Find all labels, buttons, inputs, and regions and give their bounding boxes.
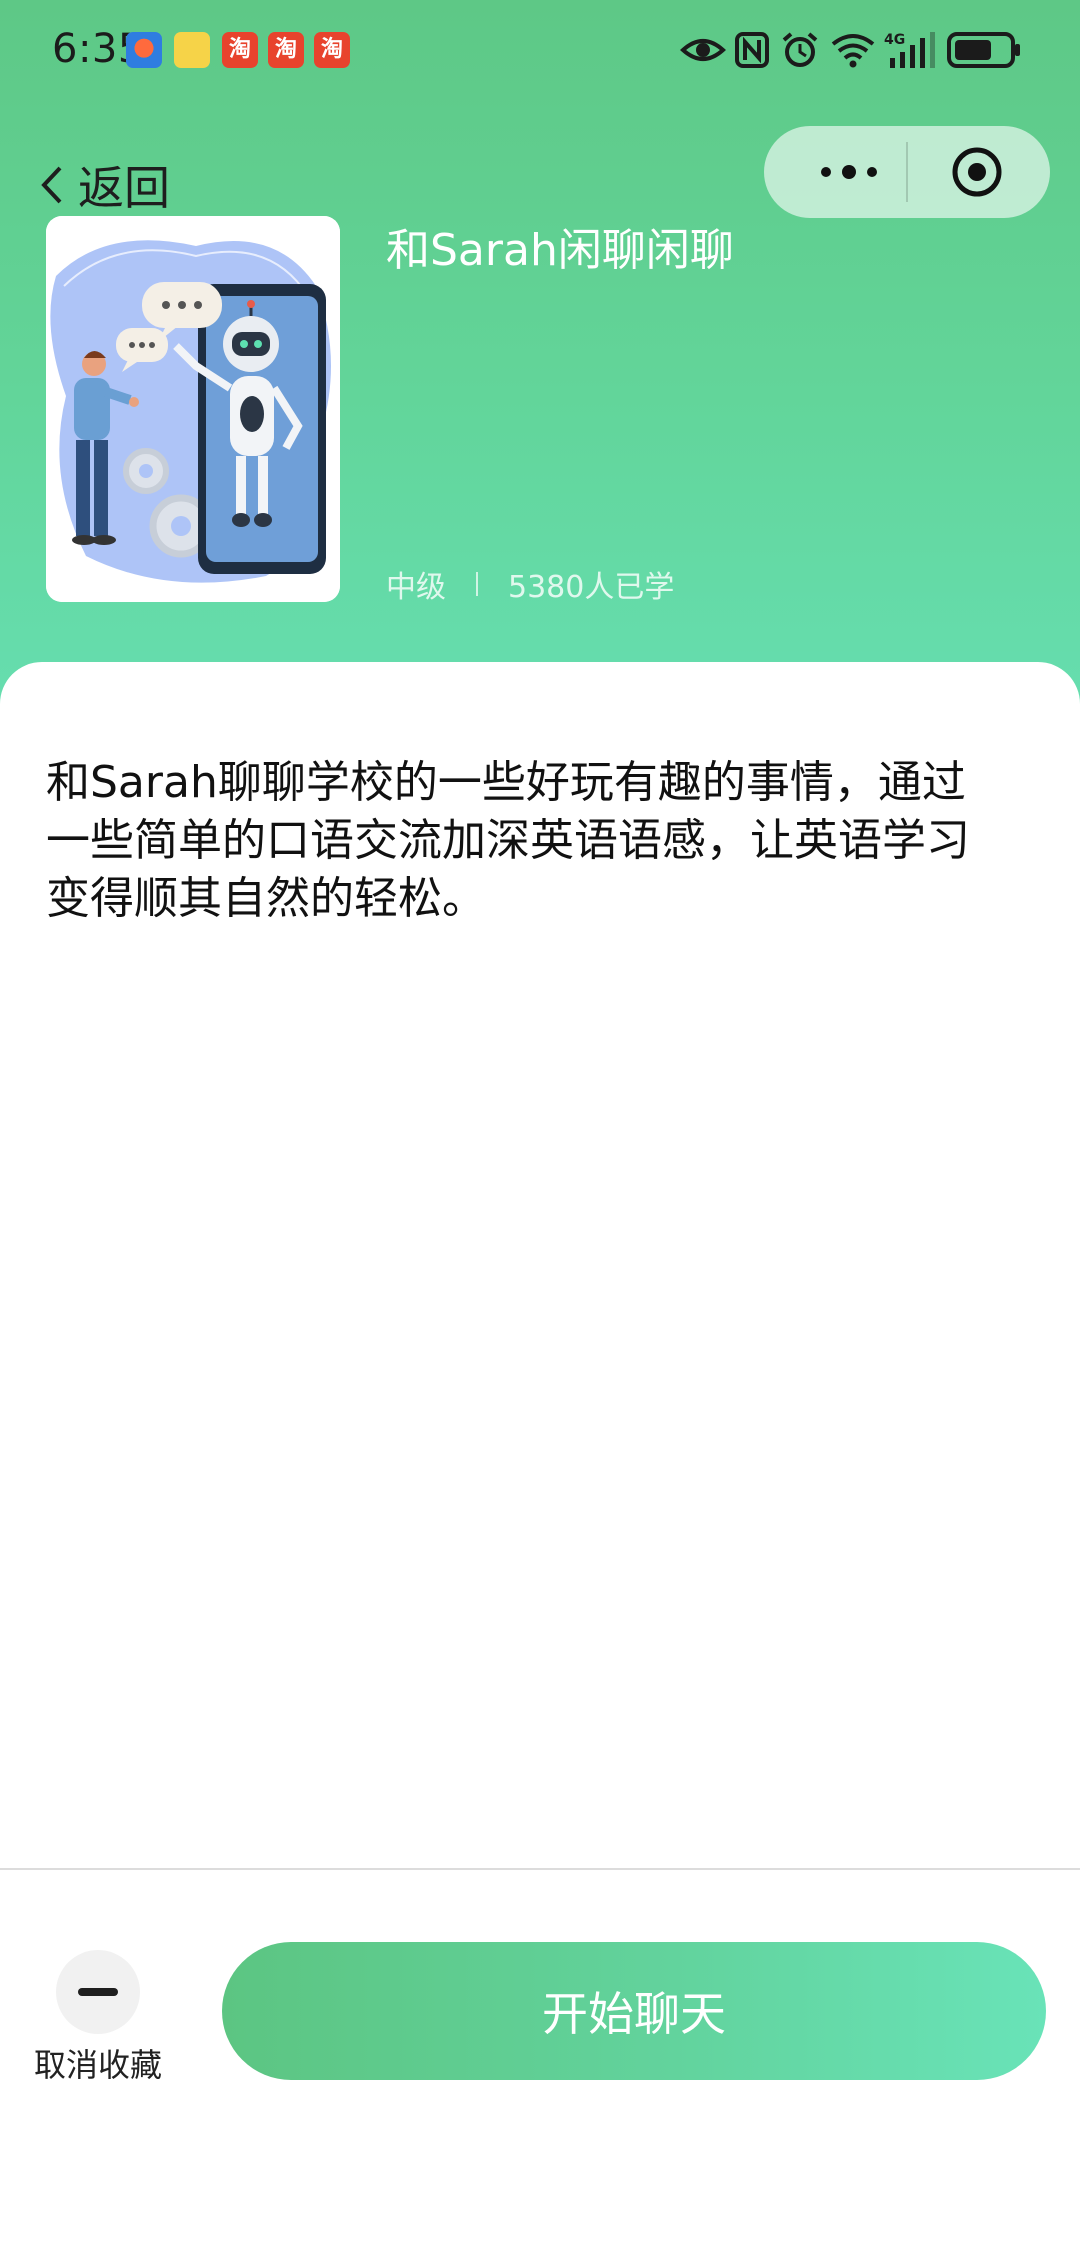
- course-title: 和Sarah闲聊闲聊: [386, 225, 734, 276]
- taobao-icon: 淘: [314, 32, 350, 68]
- target-icon[interactable]: [949, 144, 1005, 200]
- unfavorite-circle: [56, 1950, 140, 2034]
- course-thumbnail: [46, 216, 340, 602]
- learner-count: 5380人已学: [508, 570, 675, 605]
- taobao-icon: 淘: [268, 32, 304, 68]
- taobao-icon: 淘: [222, 32, 258, 68]
- course-detail-page: 6:35 淘 淘 淘 4G 返回 和Sarah闲聊闲聊 中级 5380人已学 和…: [0, 0, 1080, 2244]
- chevron-left-icon: [41, 166, 62, 204]
- capsule-divider: [906, 142, 908, 202]
- minus-icon: [78, 1988, 118, 1996]
- start-chat-button[interactable]: 开始聊天: [222, 1942, 1046, 2080]
- back-button[interactable]: 返回: [34, 150, 170, 220]
- signal-4g-icon: 4G: [884, 32, 935, 68]
- course-description: 和Sarah聊聊学校的一些好玩有趣的事情，通过一些简单的口语交流加深英语语感，让…: [46, 757, 970, 924]
- bottom-bar-divider: [0, 1868, 1080, 1870]
- course-meta: 中级 5380人已学: [386, 562, 674, 606]
- alarm-icon: [782, 32, 818, 67]
- unfavorite-button[interactable]: 取消收藏: [28, 1950, 168, 2084]
- svg-text:4G: 4G: [884, 32, 905, 48]
- meta-divider: [476, 572, 478, 596]
- robot-chat-illustration: [46, 216, 340, 602]
- nfc-icon: [735, 32, 769, 68]
- app-notification-icon: [126, 32, 162, 68]
- eye-icon: [680, 39, 726, 61]
- wifi-icon: [831, 34, 875, 68]
- unfavorite-label: 取消收藏: [33, 2046, 162, 2084]
- app-notification-icon: [174, 32, 210, 68]
- battery-icon: [947, 32, 1020, 68]
- miniprogram-capsule: [764, 126, 1050, 218]
- back-label: 返回: [78, 161, 170, 215]
- content-card: 和Sarah聊聊学校的一些好玩有趣的事情，通过一些简单的口语交流加深英语语感，让…: [0, 662, 1080, 1868]
- status-bar: 6:35 淘 淘 淘 4G: [0, 0, 1080, 100]
- more-dots-icon[interactable]: [804, 148, 894, 196]
- course-level: 中级: [386, 570, 446, 605]
